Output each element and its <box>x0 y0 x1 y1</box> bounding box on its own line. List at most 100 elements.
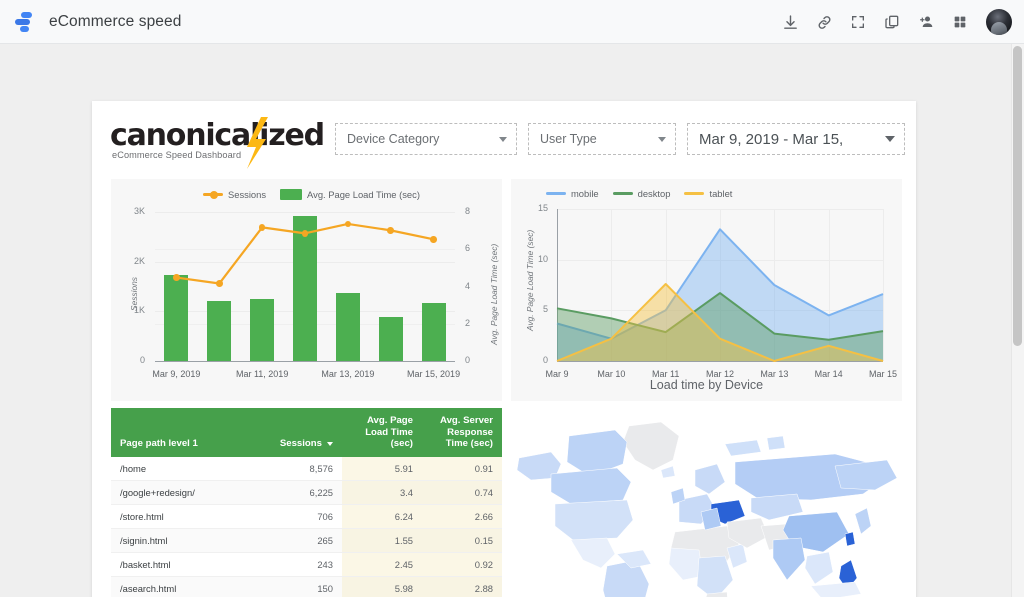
data-studio-logo-icon <box>14 11 36 33</box>
avatar[interactable] <box>986 9 1012 35</box>
user-type-filter[interactable]: User Type <box>528 123 676 155</box>
table-header-row: Page path level 1 Sessions Avg. Page Loa… <box>111 408 502 458</box>
cell-sessions: 8,576 <box>259 457 342 482</box>
table-row[interactable]: /asearch.html 150 5.98 2.88 <box>111 576 502 597</box>
cell-sessions: 265 <box>259 528 342 554</box>
cell-avg-server-response-time: 0.15 <box>422 528 502 554</box>
cell-avg-page-load-time: 2.45 <box>342 552 422 578</box>
cell-avg-page-load-time: 1.55 <box>342 528 422 554</box>
page-scrollbar[interactable] <box>1011 44 1024 597</box>
report-header: canonicalized eCommerce Speed Dashboard … <box>92 101 916 179</box>
cell-sessions: 6,225 <box>259 480 342 506</box>
x-tick: Mar 11, 2019 <box>235 369 289 379</box>
world-map-svg <box>511 408 902 597</box>
download-icon[interactable] <box>775 7 805 37</box>
table-head: Page path level 1 Sessions Avg. Page Loa… <box>111 408 502 458</box>
load-time-by-device-chart[interactable]: mobile desktop tablet 0 5 10 15 Mar 9 Mar 10… <box>511 179 902 401</box>
line-data-point[interactable] <box>301 230 309 237</box>
x-tick: Mar 13, 2019 <box>321 369 375 379</box>
apps-grid-icon[interactable] <box>945 7 975 37</box>
device-category-filter[interactable]: Device Category <box>335 123 517 155</box>
column-label-sessions: Sessions <box>279 438 322 450</box>
column-header-avg-server-response-time[interactable]: Avg. Server Response Time (sec) <box>422 408 502 458</box>
app-bar-actions <box>775 0 1012 44</box>
column-label-page-path: Page path level 1 <box>120 438 198 450</box>
x-tick: Mar 9, 2019 <box>152 369 201 379</box>
x-tick: Mar 15, 2019 <box>407 369 461 379</box>
table-row[interactable]: /google+redesign/6,225 3.4 0.74 <box>111 480 502 506</box>
line-data-point[interactable] <box>387 227 394 234</box>
table-row[interactable]: /store.html 706 6.24 2.66 <box>111 504 502 530</box>
area-chart-title: Load time by Device <box>649 378 764 392</box>
sessions-load-time-chart[interactable]: Sessions Avg. Page Load Time (sec) 0 1K 2K… <box>111 179 502 401</box>
page-path-table-panel[interactable]: Page path level 1 Sessions Avg. Page Loa… <box>111 408 502 597</box>
device-category-filter-label: Device Category <box>347 132 440 146</box>
cell-avg-server-response-time: 0.74 <box>422 480 502 506</box>
world-geo-map-panel[interactable] <box>511 408 902 597</box>
map-region[interactable] <box>566 429 628 473</box>
cell-avg-server-response-time: 0.92 <box>422 552 502 578</box>
cell-page-path: /signin.html <box>111 528 259 554</box>
report-canvas: canonicalized eCommerce Speed Dashboard … <box>92 101 916 597</box>
cell-page-path: /store.html <box>111 504 259 530</box>
user-type-filter-label: User Type <box>540 132 597 146</box>
table-row[interactable]: /signin.html 265 1.55 0.15 <box>111 528 502 554</box>
line-data-point[interactable] <box>216 280 223 287</box>
app-bar-left: eCommerce speed <box>14 11 181 33</box>
link-icon[interactable] <box>809 7 839 37</box>
page-path-table: Page path level 1 Sessions Avg. Page Loa… <box>111 408 502 597</box>
table-body: /home 8,576 5.91 0.91/google+redesign/6,225… <box>111 457 502 597</box>
sessions-line <box>176 222 434 285</box>
page-scrollbar-thumb[interactable] <box>1013 46 1022 346</box>
cell-page-path: /home <box>111 457 259 482</box>
column-header-page-path[interactable]: Page path level 1 <box>111 408 259 458</box>
cell-avg-page-load-time: 6.24 <box>342 504 422 530</box>
world-geo-map[interactable] <box>511 408 902 597</box>
column-label-avg-page-load-time: Avg. Page Load Time (sec) <box>365 415 413 450</box>
column-header-sessions[interactable]: Sessions <box>259 408 342 458</box>
app-bar: eCommerce speed <box>0 0 1024 44</box>
line-data-point[interactable] <box>258 224 266 231</box>
cell-page-path: /google+redesign/ <box>111 480 259 506</box>
area-series-svg <box>556 228 884 362</box>
y-axis-label-left: Sessions <box>129 276 139 311</box>
brand-wordmark: canonicalized <box>110 118 325 153</box>
cell-avg-page-load-time: 3.4 <box>342 480 422 506</box>
copy-icon[interactable] <box>877 7 907 37</box>
date-range-filter[interactable]: Mar 9, 2019 - Mar 15, <box>687 123 905 155</box>
brand-subtitle: eCommerce Speed Dashboard <box>112 150 242 160</box>
map-region[interactable] <box>766 435 786 451</box>
cell-sessions: 706 <box>259 504 342 530</box>
fullscreen-icon[interactable] <box>843 7 873 37</box>
date-range-filter-label: Mar 9, 2019 - Mar 15, <box>699 130 844 148</box>
cell-sessions: 150 <box>259 576 342 597</box>
column-label-avg-server-response-time: Avg. Server Response Time (sec) <box>440 415 493 450</box>
column-header-avg-page-load-time[interactable]: Avg. Page Load Time (sec) <box>342 408 422 458</box>
cell-avg-server-response-time: 2.66 <box>422 504 502 530</box>
brand-logo: canonicalized eCommerce Speed Dashboard <box>110 117 360 169</box>
y-axis-label: Avg. Page Load Time (sec) <box>525 229 535 331</box>
chevron-down-icon <box>885 136 895 142</box>
cell-avg-server-response-time: 0.91 <box>422 457 502 482</box>
filter-bar: Device Category User Type Mar 9, 2019 - … <box>335 123 905 155</box>
cell-avg-page-load-time: 5.91 <box>342 457 422 482</box>
lightning-bolt-icon <box>242 117 268 169</box>
table-row[interactable]: /home 8,576 5.91 0.91 <box>111 457 502 482</box>
sort-desc-icon <box>327 441 333 446</box>
cell-avg-server-response-time: 2.88 <box>422 576 502 597</box>
line-data-point[interactable] <box>430 236 437 243</box>
report-stage: canonicalized eCommerce Speed Dashboard … <box>0 44 1024 597</box>
line-data-point[interactable] <box>173 274 180 281</box>
cell-avg-page-load-time: 5.98 <box>342 576 422 597</box>
page-title: eCommerce speed <box>49 12 182 30</box>
y-axis-label-right: Avg. Page Load Time (sec) <box>489 243 499 345</box>
cell-page-path: /asearch.html <box>111 576 259 597</box>
chevron-down-icon <box>658 136 666 142</box>
cell-page-path: /basket.html <box>111 552 259 578</box>
table-row[interactable]: /basket.html 243 2.45 0.92 <box>111 552 502 578</box>
map-region[interactable] <box>550 467 632 505</box>
map-region[interactable] <box>844 531 856 547</box>
chevron-down-icon <box>499 136 507 142</box>
cell-sessions: 243 <box>259 552 342 578</box>
add-person-icon[interactable] <box>911 7 941 37</box>
